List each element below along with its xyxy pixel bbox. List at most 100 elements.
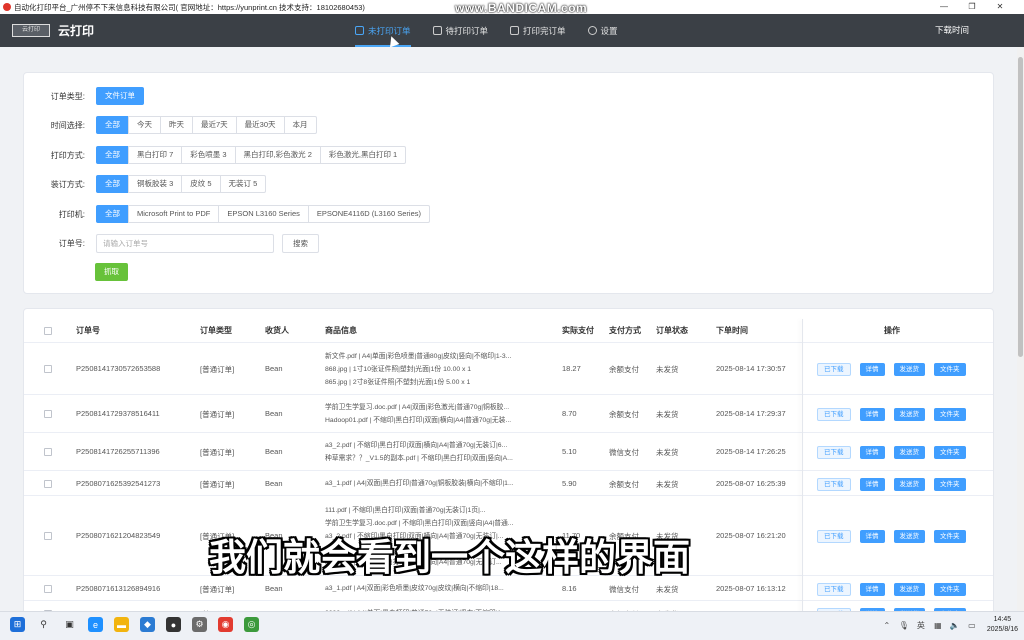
task-view-icon[interactable]: ▣	[62, 617, 77, 632]
goods-line: 学前卫生学复习.doc.pdf | A4|双面|彩色激光|普通70g|铜板胶..…	[325, 404, 510, 411]
network-icon[interactable]: ▦	[933, 620, 943, 630]
detail-button[interactable]: 详情	[859, 583, 885, 596]
media-icon[interactable]: ●	[166, 617, 181, 632]
binding-filter-option[interactable]: 无装订 5	[219, 175, 267, 193]
time-filter-option[interactable]: 最近7天	[192, 116, 237, 134]
binding-filter-option[interactable]: 铜板胶装 3	[128, 175, 183, 193]
folder-button[interactable]: 文件夹	[934, 363, 966, 376]
order-no-cell: P2508071625392541273	[76, 479, 161, 488]
binding-filter-option[interactable]: 皮纹 5	[181, 175, 221, 193]
maximize-button[interactable]: ❐	[958, 0, 986, 14]
file-explorer-icon[interactable]: ▬	[114, 617, 129, 632]
row-checkbox[interactable]	[44, 532, 52, 540]
paid-cell: 18.27	[562, 364, 581, 373]
windows-icon[interactable]: ⊞	[10, 617, 25, 632]
table-header: 订单号 订单类型 收货人 商品信息 实际支付 支付方式 订单状态 下单时间 操作	[24, 319, 993, 343]
ship-button[interactable]: 发送货	[893, 583, 925, 596]
time-filter-option[interactable]: 昨天	[160, 116, 193, 134]
time-filter-option[interactable]: 全部	[96, 116, 129, 134]
detail-button[interactable]: 详情	[859, 530, 885, 543]
fetch-button[interactable]: 抓取	[95, 263, 128, 281]
downloaded-button[interactable]: 已下载	[817, 446, 851, 459]
scrollbar-thumb[interactable]	[1018, 57, 1023, 357]
row-checkbox[interactable]	[44, 585, 52, 593]
clock[interactable]: 14:45 2025/8/16	[987, 615, 1018, 635]
window-controls: — ❐ ✕	[930, 0, 1014, 14]
table-row[interactable]: P2508141730572653588 [普通订单] Bean 18.27 余额支付 未…	[24, 343, 993, 395]
select-all-checkbox[interactable]	[44, 327, 52, 335]
nav-settings[interactable]: 设置	[587, 14, 618, 47]
minimize-button[interactable]: —	[930, 0, 958, 14]
downloaded-button[interactable]: 已下载	[817, 478, 851, 491]
input-language[interactable]: 英	[916, 620, 926, 630]
download-time-link[interactable]: 下载时间	[935, 14, 969, 47]
ship-button[interactable]: 发送货	[893, 530, 925, 543]
printer-filter-option[interactable]: 全部	[96, 205, 129, 223]
nav-unprinted-orders[interactable]: 未打印订单	[355, 14, 411, 47]
record-icon[interactable]: ◉	[218, 617, 233, 632]
print-mode-filter-option[interactable]: 全部	[96, 146, 129, 164]
detail-button[interactable]: 详情	[859, 408, 885, 421]
app-logo: 云打印 云打印	[12, 22, 94, 39]
printer-filter-option[interactable]: EPSONE4116D (L3160 Series)	[307, 205, 430, 223]
printer-filter-option[interactable]: Microsoft Print to PDF	[128, 205, 220, 223]
paid-cell: 5.10	[562, 447, 577, 456]
print-mode-filter-option[interactable]: 黑白打印,彩色激光 2	[234, 146, 321, 164]
row-checkbox[interactable]	[44, 365, 52, 373]
nav-printed-orders[interactable]: 打印完订单	[510, 14, 566, 47]
table-row[interactable]: P2508141729378516411 [普通订单] Bean 8.70 余额支付 未发…	[24, 395, 993, 433]
pay-method-cell: 微信支付	[609, 585, 639, 594]
close-button[interactable]: ✕	[986, 0, 1014, 14]
gear-icon[interactable]: ⚙	[192, 617, 207, 632]
table-row[interactable]: P2508071625392541273 [普通订单] Bean 5.90 余额支付 未发…	[24, 471, 993, 496]
print-mode-filter-option[interactable]: 彩色喷墨 3	[181, 146, 236, 164]
row-actions: 已下载详情发送货文件夹	[817, 446, 975, 459]
ship-button[interactable]: 发送货	[893, 408, 925, 421]
microphone-icon[interactable]: 🎙	[899, 620, 909, 630]
print-mode-filter-option[interactable]: 黑白打印 7	[128, 146, 183, 164]
chrome-icon[interactable]: ◎	[244, 617, 259, 632]
downloaded-button[interactable]: 已下载	[817, 363, 851, 376]
ship-button[interactable]: 发送货	[893, 478, 925, 491]
time-filter-option[interactable]: 本月	[283, 116, 317, 134]
battery-icon[interactable]: ▭	[967, 620, 977, 630]
app-name: 云打印	[58, 24, 95, 38]
volume-icon[interactable]: 🔈	[950, 620, 960, 630]
search-button[interactable]: 搜索	[282, 233, 319, 253]
printer-filter-option[interactable]: EPSON L3160 Series	[218, 205, 309, 223]
row-checkbox[interactable]	[44, 448, 52, 456]
downloaded-button[interactable]: 已下载	[817, 530, 851, 543]
receiver-cell: Bean	[265, 409, 283, 418]
filter-binding: 装订方式: 全部 铜板胶装 3 皮纹 5 无装订 5	[24, 174, 267, 194]
table-row[interactable]: P2508141726255711396 [普通订单] Bean 5.10 微信支付 未发…	[24, 433, 993, 471]
search-icon[interactable]: ⚲	[36, 617, 51, 632]
vscode-icon[interactable]: ◆	[140, 617, 155, 632]
chevron-up-icon[interactable]: ⌃	[882, 620, 892, 630]
edge-icon[interactable]: e	[88, 617, 103, 632]
folder-button[interactable]: 文件夹	[934, 583, 966, 596]
row-checkbox[interactable]	[44, 410, 52, 418]
status-cell: 未发货	[656, 585, 679, 594]
downloaded-button[interactable]: 已下载	[817, 583, 851, 596]
time-filter-option[interactable]: 最近30天	[235, 116, 285, 134]
row-checkbox[interactable]	[44, 480, 52, 488]
nav-pending-orders[interactable]: 待打印订单	[432, 14, 488, 47]
folder-button[interactable]: 文件夹	[934, 478, 966, 491]
downloaded-button[interactable]: 已下载	[817, 408, 851, 421]
order-no-input[interactable]: 请输入订单号	[96, 233, 274, 253]
binding-filter-option[interactable]: 全部	[96, 175, 129, 193]
folder-button[interactable]: 文件夹	[934, 408, 966, 421]
time-filter-option[interactable]: 今天	[128, 116, 161, 134]
ship-button[interactable]: 发送货	[893, 446, 925, 459]
folder-button[interactable]: 文件夹	[934, 530, 966, 543]
detail-button[interactable]: 详情	[859, 478, 885, 491]
order-no-cell: P2508141729378516411	[76, 409, 160, 418]
page-scrollbar[interactable]	[1017, 47, 1024, 611]
detail-button[interactable]: 详情	[859, 363, 885, 376]
ship-button[interactable]: 发送货	[893, 363, 925, 376]
print-mode-filter-option[interactable]: 彩色激光,黑白打印 1	[319, 146, 407, 164]
fixed-column-divider	[802, 319, 803, 617]
order-type-option[interactable]: 文件订单	[96, 87, 144, 105]
folder-button[interactable]: 文件夹	[934, 446, 966, 459]
detail-button[interactable]: 详情	[859, 446, 885, 459]
